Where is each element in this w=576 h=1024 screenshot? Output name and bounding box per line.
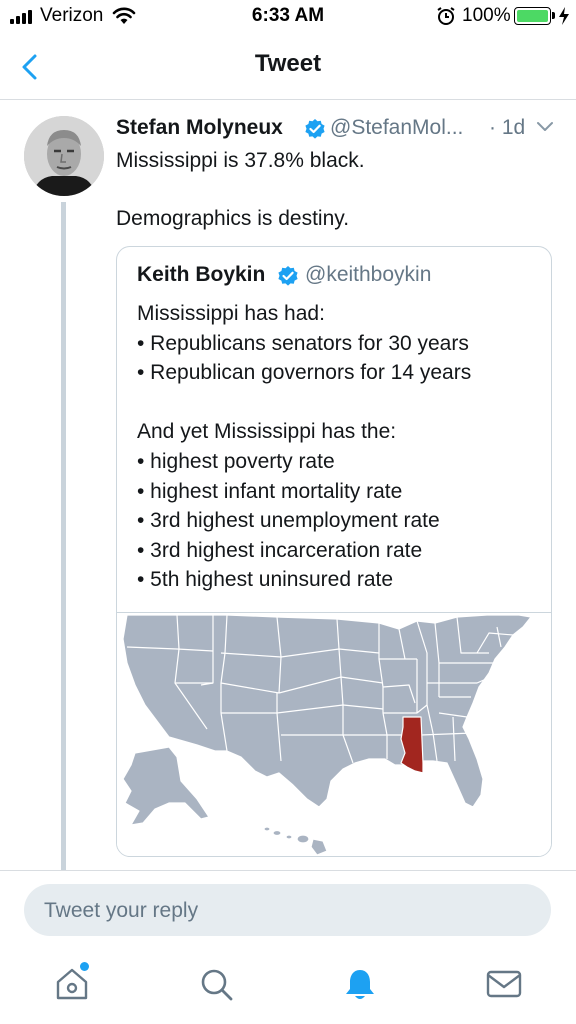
tweet-timestamp[interactable]: · 1d (489, 116, 525, 140)
quote-line: • highest poverty rate (137, 449, 335, 473)
hawaii-island (263, 826, 271, 832)
battery-cap (552, 12, 555, 19)
tweet-header: Stefan Molyneux @StefanMol... · 1d (116, 114, 556, 144)
hawaii-island (272, 829, 282, 837)
quoted-tweet-header: Keith Boykin @keithboykin (137, 263, 537, 291)
quoted-tweet-card[interactable]: Keith Boykin @keithboykin Mississippi ha… (116, 246, 552, 857)
hawaii-island (285, 834, 293, 840)
navigation-bar: Tweet (0, 36, 576, 100)
chevron-down-icon[interactable] (536, 120, 554, 134)
quote-line: • highest infant mortality rate (137, 479, 403, 503)
quote-line: And yet Mississippi has the: (137, 420, 397, 444)
avatar[interactable] (24, 116, 104, 196)
alarm-icon (437, 7, 455, 25)
quote-line-blank (137, 388, 537, 418)
author-handle[interactable]: @StefanMol... (330, 116, 463, 140)
quote-line: • 3rd highest unemployment rate (137, 509, 440, 533)
page-title: Tweet (254, 50, 322, 77)
tab-notifications[interactable] (338, 962, 382, 1006)
us-map-image (122, 614, 532, 856)
profile-photo (24, 116, 104, 196)
reply-placeholder: Tweet your reply (44, 899, 199, 922)
reply-input[interactable]: Tweet your reply (24, 884, 551, 936)
quote-line: • 5th highest uninsured rate (137, 568, 394, 592)
status-bar: Verizon 6:33 AM 100% (0, 0, 576, 36)
mail-icon (486, 970, 522, 998)
tweet-text: Mississippi is 37.8% black. Demographics… (116, 149, 365, 230)
charging-bolt-icon (559, 7, 569, 25)
search-icon (201, 969, 233, 1001)
bell-icon (346, 970, 374, 999)
mississippi-highlight (400, 716, 424, 774)
alaska (122, 746, 210, 826)
quote-line: • Republicans senators for 30 years (137, 331, 469, 355)
quote-line: Mississippi has had: (137, 302, 325, 325)
hawaii-island (296, 834, 310, 844)
verified-badge-icon (278, 266, 298, 286)
quote-line: • 3rd highest incarceration rate (137, 538, 423, 562)
quote-line: • Republican governors for 14 years (137, 361, 472, 385)
home-notification-dot (80, 962, 89, 971)
quoted-media[interactable] (117, 612, 551, 856)
quoted-author-name: Keith Boykin (137, 263, 266, 286)
quoted-author-handle: @keithboykin (305, 263, 432, 286)
thread-line (61, 202, 66, 870)
battery-percentage: 100% (462, 5, 511, 26)
tab-search[interactable] (194, 962, 238, 1006)
continental-us (122, 614, 532, 808)
tab-messages[interactable] (482, 962, 526, 1006)
reply-divider (0, 870, 576, 871)
verified-badge-icon (305, 119, 325, 139)
battery-icon (514, 7, 551, 25)
hawaii-island (310, 838, 328, 856)
author-name[interactable]: Stefan Molyneux (116, 116, 283, 140)
quoted-tweet-text: Mississippi has had: • Republicans senat… (137, 299, 537, 595)
